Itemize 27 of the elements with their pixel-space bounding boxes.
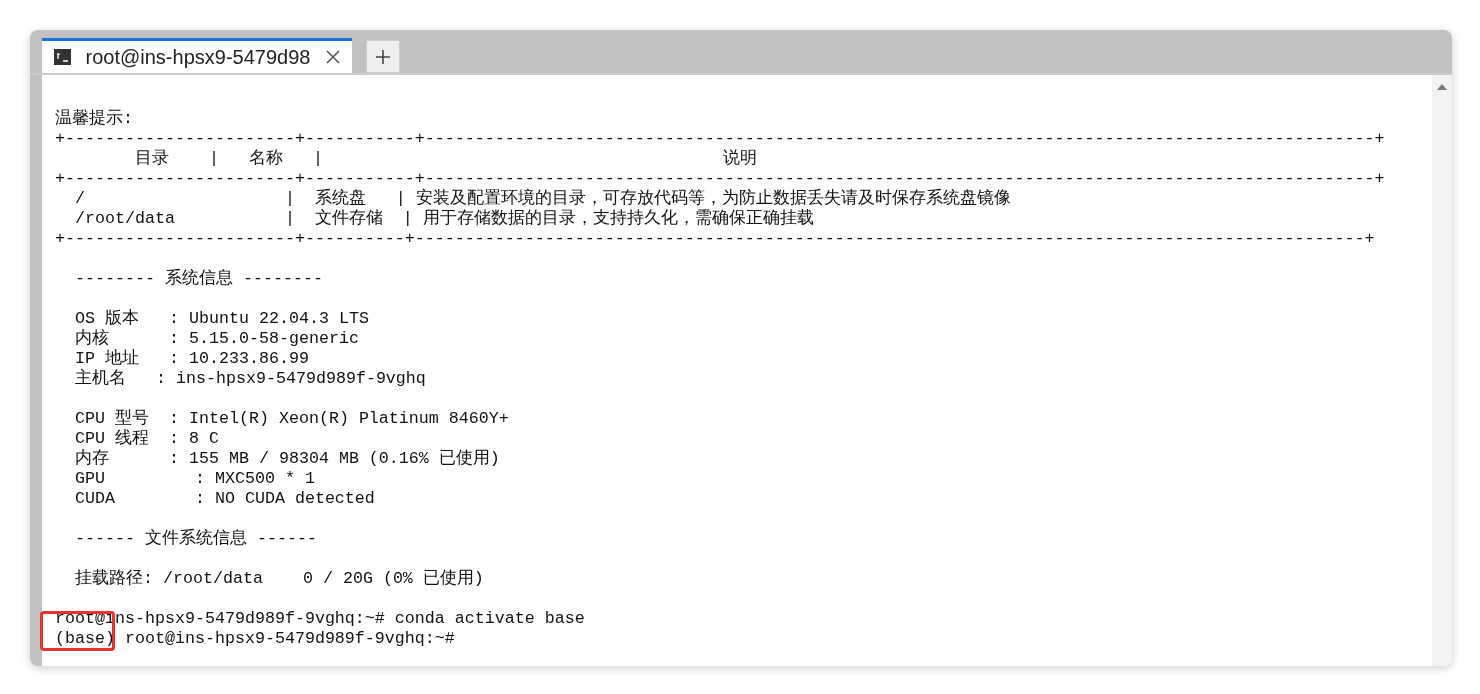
terminal-line: CPU 线程 : 8 C [74, 429, 220, 449]
terminal-line: 挂载路径: /root/data 0 / 20G (0% 已使用) [74, 569, 485, 589]
terminal-line: /root/data | 文件存储 | 用于存储数据的目录，支持持久化，需确保正确挂载 [74, 209, 815, 229]
terminal-line: 内存 : 155 MB / 98304 MB (0.16% 已使用) [74, 449, 501, 469]
terminal-line: IP 地址 : 10.233.86.99 [74, 349, 310, 368]
terminal-line: CUDA : NO CUDA detected [74, 489, 376, 509]
close-icon[interactable] [324, 49, 340, 65]
terminal-line: 目录 | 名称 | 说明 [133, 149, 758, 169]
scroll-up-icon[interactable] [1437, 83, 1447, 90]
terminal-line: (base) root@ins-hpsx9-5479d989f-9vghq:~# [55, 629, 456, 649]
terminal-line: +-----------------------+-----------+-----------------------------------------------------------------------------------------------+ [55, 129, 1386, 149]
terminal-line: +-----------------------+-----------+-----------------------------------------------------------------------------------------------+ [55, 169, 1386, 188]
terminal-icon [54, 49, 72, 65]
terminal-line: 主机名 : ins-hpsx9-5479d989f-9vghq [74, 369, 427, 389]
terminal-line: 内核 : 5.15.0-58-generic [74, 329, 360, 349]
terminal-line: GPU : MXC500 * 1 [74, 469, 316, 489]
new-tab-button[interactable] [366, 40, 400, 73]
plus-icon [375, 48, 391, 65]
terminal-line: CPU 型号 : Intel(R) Xeon(R) Platinum 8460Y+ [74, 409, 510, 429]
terminal-line: OS 版本 : Ubuntu 22.04.3 LTS [74, 309, 370, 329]
scrollbar[interactable] [1432, 75, 1452, 666]
terminal-line: 温馨提示: [55, 109, 134, 129]
terminal-tab[interactable]: root@ins-hpsx9-5479d98 [42, 38, 352, 73]
terminal-line: / | 系统盘 | 安装及配置环境的目录，可存放代码等，为防止数据丢失请及时保存系统盘镜像 [74, 189, 1012, 209]
terminal-line: ------ 文件系统信息 ------ [74, 529, 318, 549]
terminal-line: -------- 系统信息 -------- [74, 269, 324, 289]
terminal-line: +-----------------------+----------+-----------------------------------------------------------------------------------------------+ [55, 229, 1376, 249]
